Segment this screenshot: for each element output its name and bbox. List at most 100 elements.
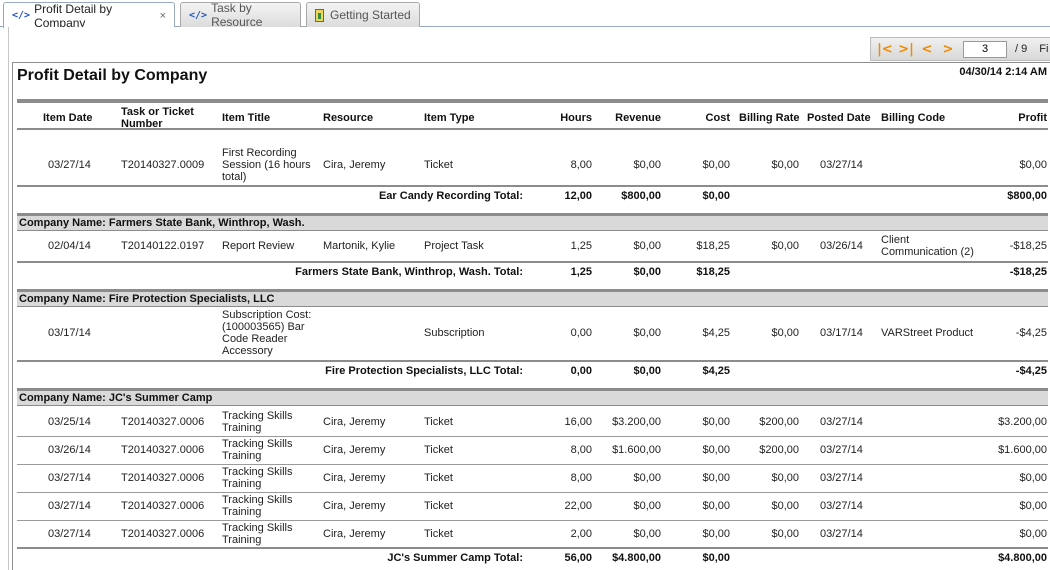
- report-title: Profit Detail by Company: [17, 67, 208, 84]
- cell-task-number: T20140327.0006: [121, 528, 205, 540]
- group-header: Company Name: Fire Protection Specialist…: [17, 289, 1048, 307]
- cell-posted-date: 03/27/14: [820, 159, 863, 171]
- cell-revenue: $0,00: [633, 159, 661, 171]
- column-hours[interactable]: Hours: [542, 112, 592, 124]
- cell-posted-date: 03/27/14: [820, 416, 863, 428]
- cell-revenue: $0,00: [633, 240, 661, 252]
- column-item-type[interactable]: Item Type: [424, 112, 475, 124]
- cell-revenue: $0,00: [633, 528, 661, 540]
- table-row[interactable]: 03/26/14 T20140327.0006 Tracking Skills …: [17, 436, 1048, 464]
- cell-item-date: 03/25/14: [48, 416, 91, 428]
- column-revenue[interactable]: Revenue: [601, 112, 661, 124]
- total-revenue: $800,00: [621, 190, 661, 202]
- cell-resource: Cira, Jeremy: [323, 528, 386, 540]
- cell-item-title: Tracking Skills Training: [222, 466, 293, 490]
- table-row[interactable]: 03/27/14 T20140327.0006 Tracking Skills …: [17, 492, 1048, 520]
- close-icon[interactable]: ×: [160, 10, 166, 22]
- cell-item-type: Ticket: [424, 159, 453, 171]
- table-row[interactable]: 03/27/14 T20140327.0009 First Recording …: [17, 147, 1048, 183]
- report-viewer: |< >| < > / 9 Fi Profit Detail by Compan…: [8, 27, 1050, 570]
- total-cost: $18,25: [696, 266, 730, 278]
- total-label: Farmers State Bank, Winthrop, Wash. Tota…: [295, 266, 523, 278]
- cell-resource: Cira, Jeremy: [323, 472, 386, 484]
- table-row[interactable]: 02/04/14 T20140122.0197 Report Review Ma…: [17, 231, 1048, 261]
- cell-hours: 16,00: [564, 416, 592, 428]
- previous-page-icon[interactable]: <: [919, 41, 935, 57]
- cell-posted-date: 03/26/14: [820, 240, 863, 252]
- total-hours: 1,25: [570, 266, 592, 278]
- page-count: / 9: [1015, 43, 1028, 55]
- cell-item-title: First Recording Session (16 hours total): [222, 147, 311, 183]
- cell-posted-date: 03/17/14: [820, 327, 863, 339]
- column-cost[interactable]: Cost: [671, 112, 730, 124]
- table-row[interactable]: 03/25/14 T20140327.0006 Tracking Skills …: [17, 408, 1048, 436]
- cell-task-number: T20140327.0006: [121, 472, 205, 484]
- cell-item-date: 02/04/14: [48, 240, 91, 252]
- group-total-row: JC's Summer Camp Total: 56,00 $4.800,00 …: [17, 547, 1048, 567]
- cell-resource: Cira, Jeremy: [323, 416, 386, 428]
- cell-item-date: 03/27/14: [48, 500, 91, 512]
- total-revenue: $0,00: [633, 266, 661, 278]
- first-page-icon[interactable]: |<: [877, 41, 893, 57]
- cell-posted-date: 03/27/14: [820, 444, 863, 456]
- table-row[interactable]: 03/27/14 T20140327.0006 Tracking Skills …: [17, 464, 1048, 492]
- total-profit: $4.800,00: [998, 552, 1047, 564]
- column-item-title[interactable]: Item Title: [222, 112, 270, 124]
- total-hours: 0,00: [570, 365, 592, 377]
- cell-hours: 2,00: [570, 528, 592, 540]
- cell-task-number: T20140327.0009: [121, 159, 205, 171]
- cell-item-type: Ticket: [424, 500, 453, 512]
- tab-getting-started[interactable]: Getting Started: [306, 2, 420, 27]
- cell-item-date: 03/26/14: [48, 444, 91, 456]
- cell-hours: 8,00: [570, 472, 592, 484]
- group-total-row: Ear Candy Recording Total: 12,00 $800,00…: [17, 185, 1048, 205]
- tab-task-by-resource[interactable]: </> Task by Resource: [180, 1, 301, 29]
- cell-billing-rate: $0,00: [771, 159, 799, 171]
- total-cost: $4,25: [702, 365, 730, 377]
- column-billing-code[interactable]: Billing Code: [881, 112, 945, 124]
- total-profit: -$4,25: [1015, 365, 1047, 377]
- group-header: Company Name: JC's Summer Camp: [17, 388, 1048, 406]
- group-name: Company Name: Fire Protection Specialist…: [19, 293, 275, 305]
- total-hours: 12,00: [564, 190, 592, 202]
- total-cost: $0,00: [702, 552, 730, 564]
- group-total-row: Farmers State Bank, Winthrop, Wash. Tota…: [17, 261, 1048, 281]
- report-page: Profit Detail by Company 04/30/14 2:14 A…: [12, 62, 1050, 570]
- cell-revenue: $0,00: [633, 500, 661, 512]
- cell-task-number: T20140327.0006: [121, 500, 205, 512]
- cell-profit: $0,00: [1019, 159, 1047, 171]
- page-number-input[interactable]: [963, 40, 1007, 58]
- column-resource[interactable]: Resource: [323, 112, 373, 124]
- cell-task-number: T20140327.0006: [121, 444, 205, 456]
- find-label[interactable]: Fi: [1039, 43, 1048, 55]
- cell-posted-date: 03/27/14: [820, 472, 863, 484]
- group-name: Company Name: JC's Summer Camp: [19, 392, 213, 404]
- cell-profit: -$18,25: [1009, 240, 1047, 252]
- cell-item-title: Subscription Cost: (100003565) Bar Code …: [222, 309, 312, 357]
- column-task-number[interactable]: Task or Ticket Number: [121, 106, 215, 130]
- column-billing-rate[interactable]: Billing Rate: [739, 112, 800, 124]
- total-revenue: $0,00: [633, 365, 661, 377]
- column-posted-date[interactable]: Posted Date: [807, 112, 871, 124]
- next-page-icon[interactable]: >: [940, 41, 956, 57]
- total-label: JC's Summer Camp Total:: [387, 552, 523, 564]
- last-page-icon[interactable]: >|: [898, 41, 914, 57]
- table-row[interactable]: 03/17/14 Subscription Cost: (100003565) …: [17, 307, 1048, 359]
- cell-billing-rate: $0,00: [771, 240, 799, 252]
- column-profit[interactable]: Profit: [977, 112, 1047, 124]
- column-item-date[interactable]: Item Date: [43, 112, 93, 124]
- total-label: Ear Candy Recording Total:: [378, 190, 523, 202]
- cell-cost: $0,00: [702, 444, 730, 456]
- cell-billing-rate: $0,00: [771, 528, 799, 540]
- tab-profit-detail-by-company[interactable]: </> Profit Detail by Company ×: [3, 2, 175, 30]
- total-revenue: $4.800,00: [612, 552, 661, 564]
- cell-cost: $4,25: [702, 327, 730, 339]
- cell-hours: 8,00: [570, 444, 592, 456]
- pager-toolbar: |< >| < > / 9 Fi: [870, 37, 1050, 61]
- cell-billing-rate: $200,00: [759, 416, 799, 428]
- cell-hours: 22,00: [564, 500, 592, 512]
- cell-item-date: 03/17/14: [48, 327, 91, 339]
- table-row[interactable]: 03/27/14 T20140327.0006 Tracking Skills …: [17, 520, 1048, 548]
- cell-revenue: $1.600,00: [612, 444, 661, 456]
- cell-item-title: Tracking Skills Training: [222, 522, 293, 546]
